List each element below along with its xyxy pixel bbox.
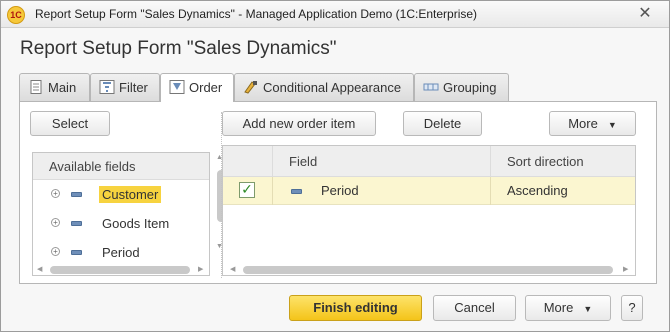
- tree-item-label: Period: [102, 245, 140, 260]
- horizontal-scrollbar-thumb[interactable]: [243, 266, 613, 274]
- delete-button[interactable]: Delete: [403, 111, 482, 136]
- tab-grouping-label: Grouping: [443, 80, 497, 95]
- tree-item-goods-item[interactable]: + Goods Item: [33, 209, 209, 238]
- grouping-icon: [423, 83, 439, 91]
- column-divider: [490, 146, 491, 177]
- field-icon: [71, 250, 82, 255]
- tab-main-label: Main: [48, 80, 77, 95]
- available-fields-list[interactable]: Available fields + Customer + Goods Item…: [32, 152, 210, 276]
- column-divider: [272, 177, 273, 205]
- more-button[interactable]: More ▼: [549, 111, 636, 136]
- tab-conditional-appearance[interactable]: Conditional Appearance: [234, 73, 414, 101]
- table-row[interactable]: ✓ Period Ascending: [223, 177, 635, 205]
- tab-conditional-appearance-label: Conditional Appearance: [263, 80, 402, 95]
- column-divider: [272, 146, 273, 177]
- scroll-right-icon[interactable]: ▶: [198, 265, 203, 273]
- report-setup-window: 1C Report Setup Form "Sales Dynamics" - …: [0, 0, 670, 332]
- form-title: Report Setup Form "Sales Dynamics": [20, 38, 337, 59]
- tree-item-customer[interactable]: + Customer: [33, 180, 209, 209]
- more-button-label: More: [568, 116, 598, 131]
- help-button[interactable]: ?: [621, 295, 643, 321]
- sort-icon: [169, 80, 185, 94]
- tree-item-period[interactable]: + Period: [33, 238, 209, 267]
- tab-grouping[interactable]: Grouping: [414, 73, 509, 101]
- tab-main[interactable]: Main: [19, 73, 90, 101]
- document-icon: [30, 80, 42, 94]
- dropdown-arrow-icon: ▼: [607, 120, 617, 130]
- field-icon: [71, 192, 82, 197]
- order-tab-panel: Select Available fields + Customer + Goo…: [19, 101, 657, 284]
- select-button[interactable]: Select: [30, 111, 110, 136]
- tab-order[interactable]: Order: [160, 73, 234, 102]
- filter-icon: [99, 80, 115, 94]
- row-field-value: Period: [321, 183, 359, 198]
- scroll-right-icon[interactable]: ▶: [623, 265, 628, 273]
- finish-editing-button[interactable]: Finish editing: [289, 295, 422, 321]
- use-checkbox[interactable]: ✓: [239, 182, 255, 198]
- order-table[interactable]: Field Sort direction ✓ Period Ascending …: [222, 145, 636, 276]
- window-title: Report Setup Form "Sales Dynamics" - Man…: [35, 7, 478, 21]
- column-divider: [490, 177, 491, 205]
- close-icon[interactable]: ✕: [635, 4, 655, 24]
- column-header-field[interactable]: Field: [289, 146, 317, 177]
- scroll-left-icon[interactable]: ◀: [230, 265, 235, 273]
- add-new-order-item-button[interactable]: Add new order item: [222, 111, 376, 136]
- tab-filter-label: Filter: [119, 80, 148, 95]
- order-table-header: Field Sort direction: [223, 146, 635, 177]
- app-logo-icon: 1C: [7, 6, 25, 24]
- row-sort-direction-value[interactable]: Ascending: [507, 183, 568, 198]
- scroll-left-icon[interactable]: ◀: [37, 265, 42, 273]
- tree-item-label: Goods Item: [102, 216, 170, 231]
- footer-more-button[interactable]: More ▼: [525, 295, 611, 321]
- expand-icon[interactable]: +: [51, 247, 60, 256]
- cancel-button[interactable]: Cancel: [433, 295, 516, 321]
- tree-item-label: Customer: [99, 186, 162, 203]
- column-header-sort-direction[interactable]: Sort direction: [507, 146, 584, 177]
- title-bar[interactable]: 1C Report Setup Form "Sales Dynamics" - …: [1, 1, 669, 28]
- tab-bar: Main Filter Order Conditional Appearance: [19, 73, 659, 102]
- field-icon: [71, 221, 82, 226]
- tab-order-label: Order: [189, 80, 223, 95]
- tab-filter[interactable]: Filter: [90, 73, 160, 101]
- dropdown-arrow-icon: ▼: [583, 304, 593, 314]
- expand-icon[interactable]: +: [51, 189, 60, 198]
- expand-icon[interactable]: +: [51, 218, 60, 227]
- available-fields-header: Available fields: [33, 153, 209, 180]
- field-icon: [291, 189, 302, 194]
- paint-icon: [244, 81, 257, 94]
- horizontal-scrollbar-thumb[interactable]: [50, 266, 190, 274]
- footer-more-label: More: [543, 300, 574, 315]
